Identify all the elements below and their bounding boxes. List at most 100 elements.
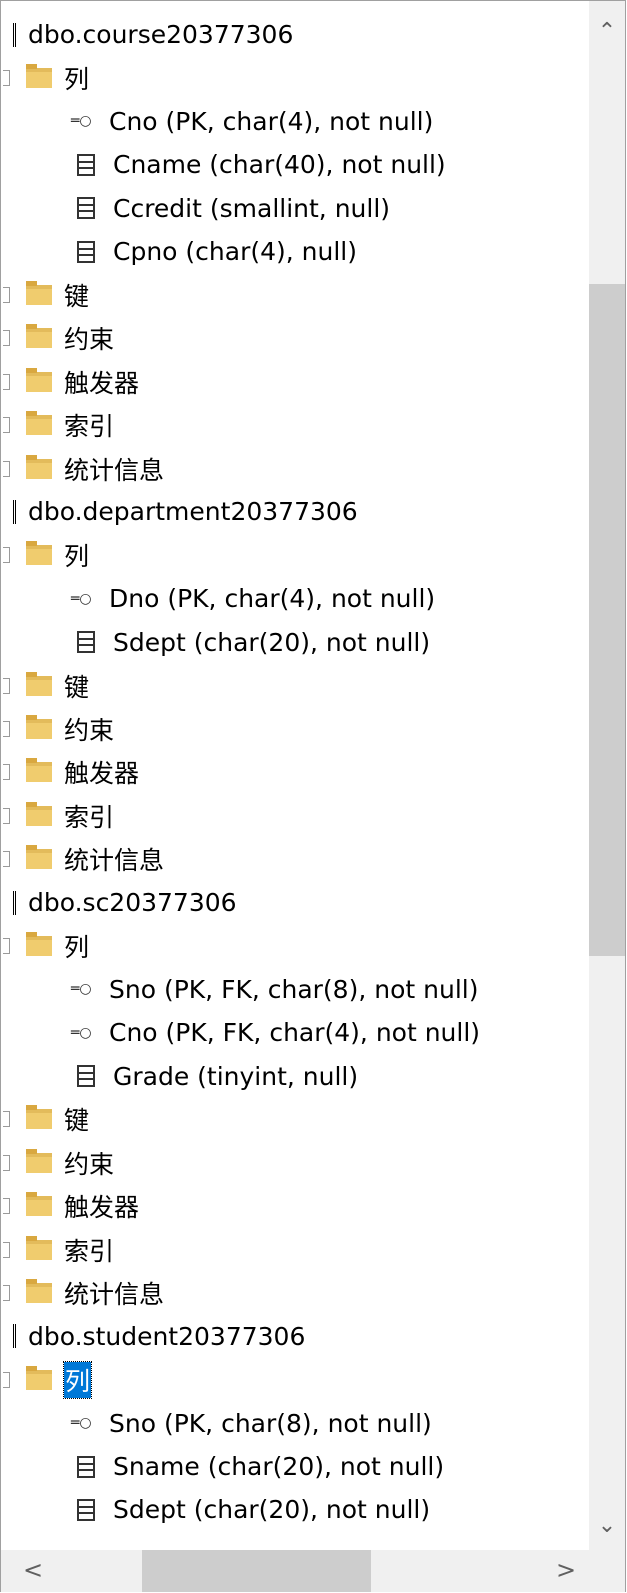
tree-node-folder[interactable]: 列 xyxy=(1,1358,587,1401)
tree-node-column[interactable]: ═○ Sno (PK, char(8), not null) xyxy=(1,1402,587,1445)
tree-node-label[interactable]: 统计信息 xyxy=(64,451,164,487)
tree-node-table[interactable]: dbo.student20377306 xyxy=(1,1315,587,1358)
tree-node-label[interactable]: 键 xyxy=(64,1101,89,1137)
expander-icon[interactable] xyxy=(3,417,10,434)
tree-node-label[interactable]: 索引 xyxy=(64,1232,114,1268)
tree-node-folder[interactable]: 键 xyxy=(1,1098,587,1141)
expander-icon[interactable] xyxy=(3,1111,10,1128)
tree-node-label[interactable]: Cpno (char(4), null) xyxy=(113,237,357,266)
tree-node-folder[interactable]: 列 xyxy=(1,924,587,967)
folder-icon xyxy=(26,671,52,696)
tree-node-column[interactable]: Grade (tinyint, null) xyxy=(1,1054,587,1097)
tree-node-label[interactable]: dbo.course20377306 xyxy=(28,20,293,49)
vertical-scrollbar[interactable]: ⌃ ⌄ xyxy=(589,1,625,1551)
tree-node-folder[interactable]: 键 xyxy=(1,273,587,316)
expander-icon[interactable] xyxy=(3,764,10,781)
expander-icon[interactable] xyxy=(3,937,10,954)
tree-node-column[interactable]: Sdept (char(20), not null) xyxy=(1,1488,587,1531)
tree-node-label[interactable]: Cno (PK, FK, char(4), not null) xyxy=(109,1018,480,1047)
tree-node-table[interactable]: dbo.course20377306 xyxy=(1,13,587,56)
tree-node-column[interactable]: ═○ Dno (PK, char(4), not null) xyxy=(1,577,587,620)
horizontal-scrollbar[interactable]: < > xyxy=(1,1550,625,1592)
tree-node-label[interactable]: 列 xyxy=(64,537,89,573)
expander-icon[interactable] xyxy=(3,720,10,737)
tree-node-column[interactable]: ═○ Cno (PK, FK, char(4), not null) xyxy=(1,1011,587,1054)
tree-node-column[interactable]: Sdept (char(20), not null) xyxy=(1,620,587,663)
tree-node-label[interactable]: dbo.sc20377306 xyxy=(28,888,237,917)
horizontal-scroll-thumb[interactable] xyxy=(142,1550,371,1592)
tree-node-label[interactable]: Dno (PK, char(4), not null) xyxy=(109,584,435,613)
folder-icon xyxy=(26,1279,52,1304)
tree-node-label[interactable]: Ccredit (smallint, null) xyxy=(113,194,390,223)
expander-icon[interactable] xyxy=(3,807,10,824)
tree-node-label[interactable]: dbo.student20377306 xyxy=(28,1322,305,1351)
tree-node-folder[interactable]: 触发器 xyxy=(1,1185,587,1228)
tree-node-label[interactable]: 键 xyxy=(64,668,89,704)
chevron-up-icon[interactable]: ⌃ xyxy=(589,19,625,44)
tree-node-column[interactable]: Ccredit (smallint, null) xyxy=(1,187,587,230)
expander-icon[interactable] xyxy=(3,1371,10,1388)
tree-node-folder[interactable]: 触发器 xyxy=(1,360,587,403)
expander-icon[interactable] xyxy=(3,547,10,564)
tree-node-folder[interactable]: 键 xyxy=(1,664,587,707)
tree-node-label[interactable]: 约束 xyxy=(64,711,114,747)
tree-node-folder[interactable]: 约束 xyxy=(1,1141,587,1184)
expander-icon[interactable] xyxy=(3,1241,10,1258)
vertical-scroll-thumb[interactable] xyxy=(589,284,625,956)
tree-node-label[interactable]: 约束 xyxy=(64,320,114,356)
expander-icon[interactable] xyxy=(3,287,10,304)
tree-node-label[interactable]: 约束 xyxy=(64,1145,114,1181)
chevron-left-icon[interactable]: < xyxy=(23,1556,43,1584)
tree-node-label[interactable]: Sno (PK, FK, char(8), not null) xyxy=(109,975,478,1004)
expander-icon[interactable] xyxy=(3,677,10,694)
tree-node-label[interactable]: Sdept (char(20), not null) xyxy=(113,1495,430,1524)
tree-view[interactable]: dbo.course20377306 列 ═○ Cno (PK, char(4), n… xyxy=(1,13,587,1532)
tree-node-label[interactable]: Cno (PK, char(4), not null) xyxy=(109,107,433,136)
tree-node-label[interactable]: 列 xyxy=(64,928,89,964)
tree-node-folder[interactable]: 索引 xyxy=(1,794,587,837)
tree-node-folder[interactable]: 触发器 xyxy=(1,751,587,794)
tree-node-label[interactable]: Sno (PK, char(8), not null) xyxy=(109,1409,432,1438)
tree-node-label[interactable]: 列 xyxy=(62,1360,93,1399)
chevron-down-icon[interactable]: ⌄ xyxy=(589,1513,625,1538)
tree-node-column[interactable]: Cpno (char(4), null) xyxy=(1,230,587,273)
tree-node-label[interactable]: Cname (char(40), not null) xyxy=(113,150,446,179)
expander-icon[interactable] xyxy=(3,373,10,390)
tree-node-label[interactable]: 触发器 xyxy=(64,754,139,790)
tree-node-folder[interactable]: 列 xyxy=(1,534,587,577)
tree-node-folder[interactable]: 统计信息 xyxy=(1,837,587,880)
tree-node-column[interactable]: ═○ Cno (PK, char(4), not null) xyxy=(1,100,587,143)
expander-icon[interactable] xyxy=(3,330,10,347)
tree-node-label[interactable]: 统计信息 xyxy=(64,1275,164,1311)
tree-node-label[interactable]: 触发器 xyxy=(64,1188,139,1224)
tree-node-label[interactable]: 索引 xyxy=(64,407,114,443)
tree-node-label[interactable]: 键 xyxy=(64,277,89,313)
tree-node-folder[interactable]: 统计信息 xyxy=(1,1271,587,1314)
tree-node-label[interactable]: 统计信息 xyxy=(64,841,164,877)
tree-node-column[interactable]: ═○ Sno (PK, FK, char(8), not null) xyxy=(1,968,587,1011)
tree-node-folder[interactable]: 索引 xyxy=(1,404,587,447)
expander-icon[interactable] xyxy=(3,1198,10,1215)
chevron-right-icon[interactable]: > xyxy=(556,1556,576,1584)
tree-node-label[interactable]: 索引 xyxy=(64,798,114,834)
tree-node-label[interactable]: dbo.department20377306 xyxy=(28,497,358,526)
tree-node-column[interactable]: Cname (char(40), not null) xyxy=(1,143,587,186)
expander-icon[interactable] xyxy=(3,460,10,477)
tree-node-column[interactable]: Sname (char(20), not null) xyxy=(1,1445,587,1488)
tree-node-label[interactable]: Sdept (char(20), not null) xyxy=(113,628,430,657)
tree-node-folder[interactable]: 约束 xyxy=(1,317,587,360)
tree-node-folder[interactable]: 列 xyxy=(1,56,587,99)
tree-node-label[interactable]: Sname (char(20), not null) xyxy=(113,1452,444,1481)
tree-node-folder[interactable]: 约束 xyxy=(1,707,587,750)
tree-node-folder[interactable]: 索引 xyxy=(1,1228,587,1271)
tree-node-label[interactable]: 触发器 xyxy=(64,364,139,400)
tree-node-label[interactable]: Grade (tinyint, null) xyxy=(113,1062,358,1091)
tree-node-table[interactable]: dbo.sc20377306 xyxy=(1,881,587,924)
tree-node-table[interactable]: dbo.department20377306 xyxy=(1,490,587,533)
expander-icon[interactable] xyxy=(3,1154,10,1171)
expander-icon[interactable] xyxy=(3,1285,10,1302)
expander-icon[interactable] xyxy=(3,70,10,87)
expander-icon[interactable] xyxy=(3,851,10,868)
tree-node-folder[interactable]: 统计信息 xyxy=(1,447,587,490)
tree-node-label[interactable]: 列 xyxy=(64,60,89,96)
